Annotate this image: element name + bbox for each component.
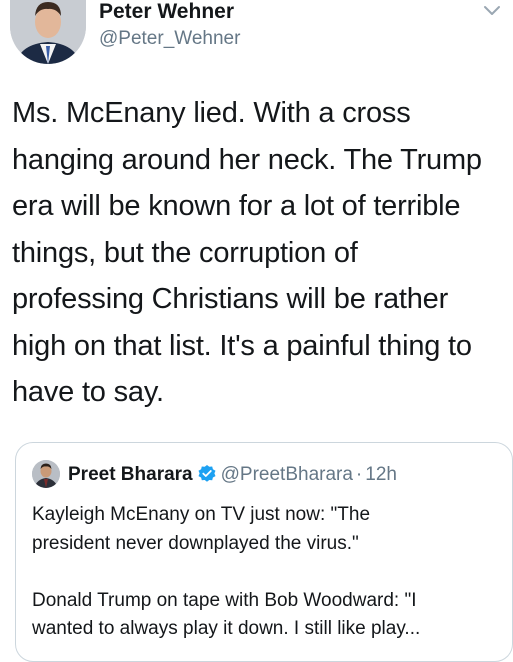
tweet-line: hanging around her neck. The Trump bbox=[12, 143, 482, 176]
quoted-line: president never downplayed the virus." bbox=[32, 532, 359, 554]
tweet-line: have to say. bbox=[12, 376, 164, 408]
quoted-timestamp[interactable]: 12h bbox=[365, 464, 397, 485]
quoted-line: wanted to always play it down. I still l… bbox=[32, 618, 421, 639]
author-handle[interactable]: @Peter_Wehner bbox=[99, 27, 240, 51]
tweet-line: professing Christians will be rather bbox=[12, 283, 449, 315]
quoted-line: Kayleigh McEnany on TV just now: "The bbox=[32, 504, 371, 525]
quoted-tweet-card[interactable]: Preet Bharara @PreetBharara · 12h Kayleigh … bbox=[15, 442, 513, 662]
quoted-header: Preet Bharara @PreetBharara · 12h bbox=[68, 463, 397, 487]
separator-dot: · bbox=[355, 464, 363, 485]
chevron-down-icon[interactable] bbox=[483, 4, 501, 18]
quoted-line: Donald Trump on tape with Bob Woodward: … bbox=[32, 589, 417, 611]
quoted-tweet-text: Kayleigh McEnany on TV just now: "The pr… bbox=[32, 501, 502, 644]
verified-badge-icon bbox=[197, 464, 217, 484]
tweet-line: Ms. McEnany lied. With a cross bbox=[12, 97, 411, 129]
tweet-line: high on that list. It's a painful thing … bbox=[12, 329, 472, 362]
quoted-author-name[interactable]: Preet Bharara bbox=[68, 464, 193, 485]
tweet-text: Ms. McEnany lied. With a cross hanging a… bbox=[12, 90, 507, 416]
author-avatar[interactable] bbox=[10, 0, 86, 64]
author-name[interactable]: Peter Wehner bbox=[99, 0, 234, 24]
tweet-line: things, but the corruption of bbox=[12, 236, 358, 269]
quoted-author-handle[interactable]: @PreetBharara bbox=[221, 464, 353, 485]
quoted-author-avatar[interactable] bbox=[32, 460, 60, 488]
tweet-line: era will be known for a lot of terrible bbox=[12, 190, 461, 222]
